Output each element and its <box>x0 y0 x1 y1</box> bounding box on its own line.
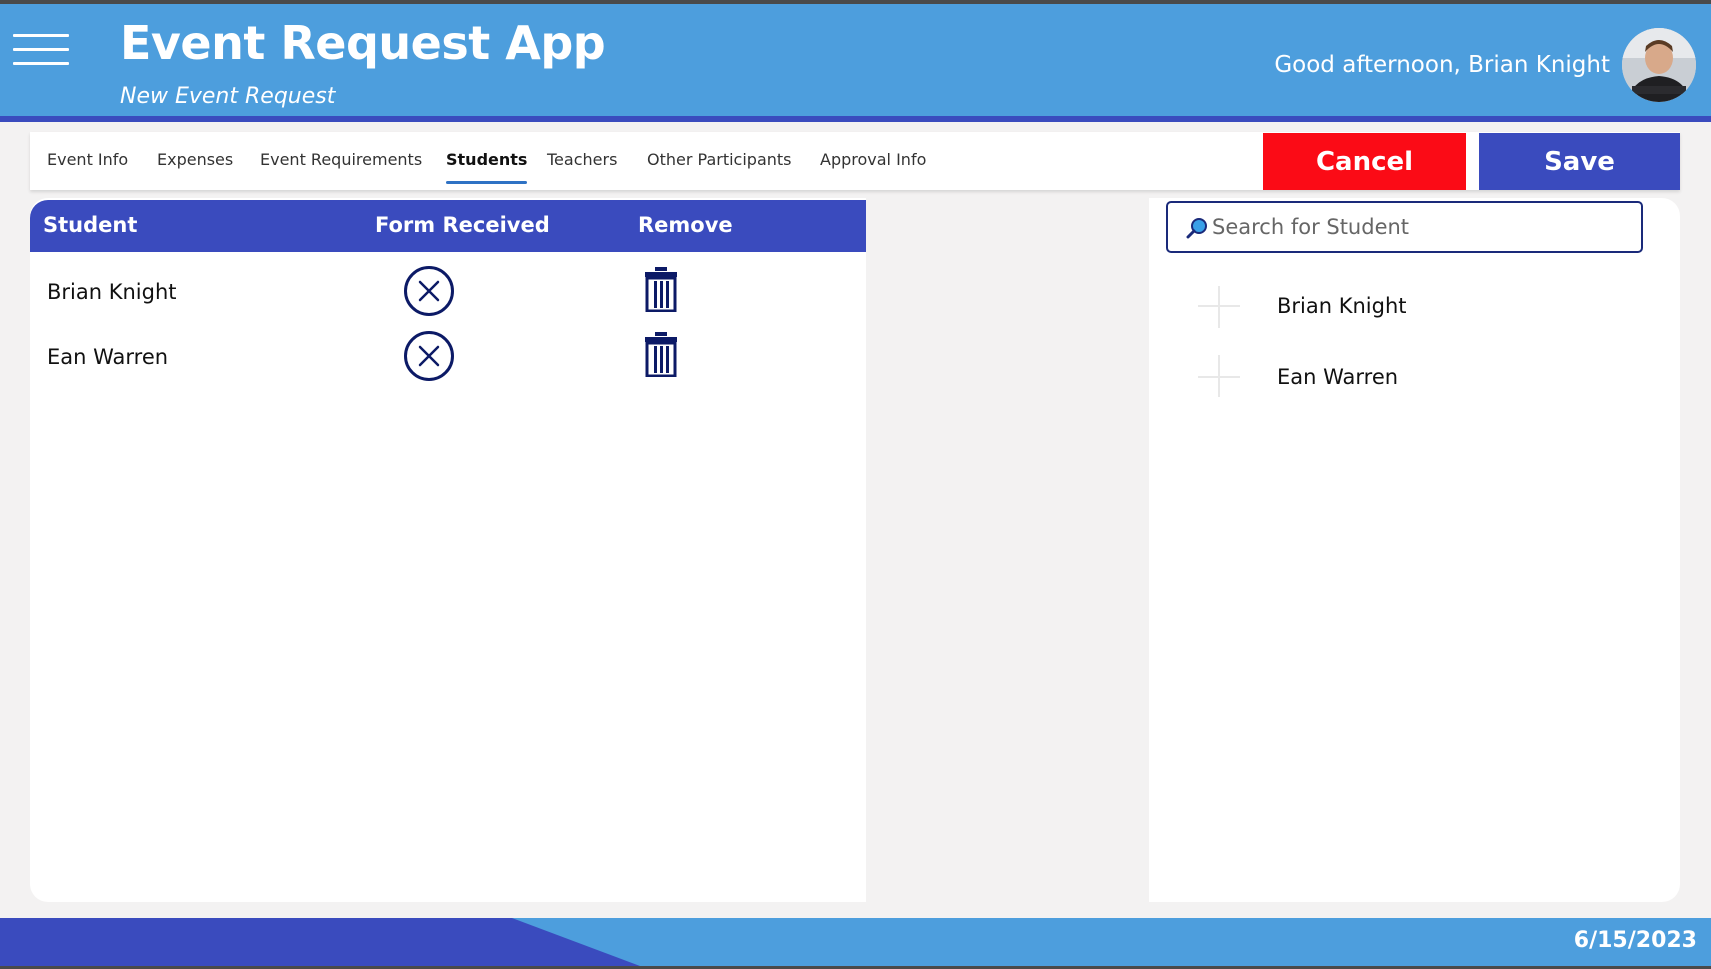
app-title: Event Request App <box>120 16 606 70</box>
x-circle-icon[interactable] <box>404 266 454 316</box>
save-button[interactable]: Save <box>1479 133 1680 190</box>
column-header-form-received: Form Received <box>375 213 550 237</box>
student-name: Brian Knight <box>47 280 177 304</box>
table-row: Ean Warren <box>30 323 866 388</box>
table-row: Brian Knight <box>30 258 866 323</box>
result-label: Ean Warren <box>1277 365 1399 389</box>
header-underline <box>0 116 1711 122</box>
student-name: Ean Warren <box>47 345 169 369</box>
footer-date: 6/15/2023 <box>1573 928 1697 953</box>
trash-icon[interactable] <box>644 331 678 382</box>
tab-teachers[interactable]: Teachers <box>547 150 617 169</box>
student-search-box[interactable] <box>1166 201 1643 253</box>
hamburger-menu-icon[interactable] <box>13 34 69 66</box>
list-item[interactable]: Ean Warren <box>1190 347 1610 407</box>
search-icon <box>1186 218 1207 239</box>
plus-icon[interactable] <box>1196 276 1242 336</box>
column-header-student: Student <box>43 213 138 237</box>
tab-expenses[interactable]: Expenses <box>157 150 233 169</box>
tab-event-requirements[interactable]: Event Requirements <box>260 150 422 169</box>
avatar-photo-icon <box>1622 28 1696 102</box>
tab-event-info[interactable]: Event Info <box>47 150 128 169</box>
tab-approval-info[interactable]: Approval Info <box>820 150 926 169</box>
result-label: Brian Knight <box>1277 294 1407 318</box>
greeting-text: Good afternoon, Brian Knight <box>1274 52 1610 78</box>
search-input[interactable] <box>1212 203 1632 251</box>
plus-icon[interactable] <box>1196 347 1242 407</box>
app-footer: 6/15/2023 <box>0 918 1711 966</box>
panel-divider <box>866 198 1149 902</box>
students-grid-header: Student Form Received Remove <box>30 200 866 252</box>
page-subtitle: New Event Request <box>120 84 336 109</box>
column-header-remove: Remove <box>638 213 733 237</box>
x-circle-icon[interactable] <box>404 331 454 381</box>
app-header: Event Request App New Event Request Good… <box>0 4 1711 116</box>
cancel-button[interactable]: Cancel <box>1263 133 1466 190</box>
trash-icon[interactable] <box>644 266 678 317</box>
tab-other-participants[interactable]: Other Participants <box>647 150 792 169</box>
footer-accent-shape <box>0 918 640 966</box>
list-item[interactable]: Brian Knight <box>1190 276 1610 336</box>
user-avatar[interactable] <box>1622 28 1696 102</box>
tab-students[interactable]: Students <box>446 150 528 184</box>
